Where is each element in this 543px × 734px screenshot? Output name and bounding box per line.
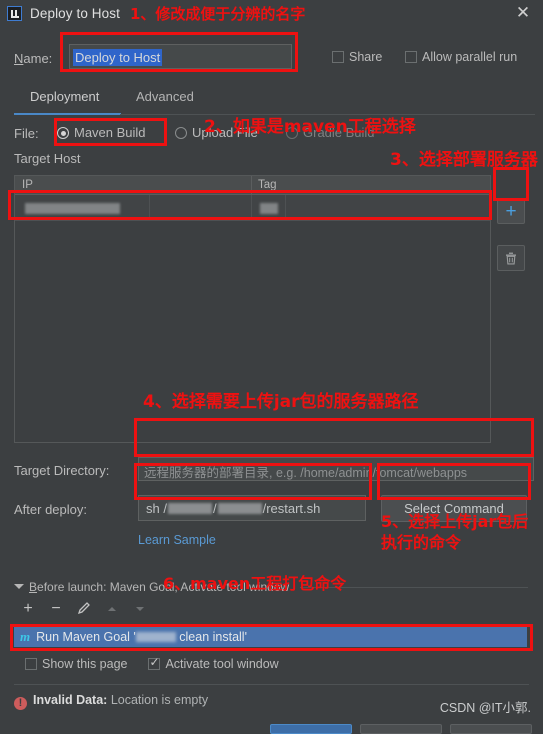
share-label: Share	[349, 50, 383, 64]
footer-divider	[14, 684, 529, 685]
after-deploy-row: After deploy: sh / / /restart.sh Select Co…	[0, 495, 543, 525]
add-task-button[interactable]: +	[18, 600, 38, 618]
cell-divider	[149, 195, 150, 221]
learn-sample-link[interactable]: Learn Sample	[138, 533, 216, 547]
show-this-page-checkbox-box	[25, 658, 37, 670]
cell-ip-redacted	[25, 203, 120, 214]
radio-gradle-build-label: Gradle Build	[303, 125, 375, 140]
error-message: Location is empty	[110, 693, 209, 707]
after-deploy-value-prefix: sh /	[146, 501, 167, 516]
after-deploy-label: After deploy:	[14, 502, 87, 517]
add-host-button[interactable]: +	[497, 198, 525, 224]
share-checkbox-box	[332, 51, 344, 63]
radio-upload-file[interactable]: Upload File	[175, 125, 258, 140]
delete-host-button[interactable]	[497, 245, 525, 271]
radio-gradle-build-dot	[286, 127, 298, 139]
error-title: Invalid Data:	[33, 693, 108, 707]
table-row[interactable]	[15, 195, 490, 221]
name-input-value: Deploy to Host	[73, 49, 163, 66]
target-host-label: Target Host	[14, 151, 81, 166]
share-checkbox[interactable]: Share	[332, 50, 382, 64]
before-launch-item-maven-goal[interactable]: m Run Maven Goal ' clean install'	[14, 627, 527, 647]
allow-parallel-run-checkbox-box	[405, 51, 417, 63]
move-down-button[interactable]	[130, 602, 150, 620]
before-launch-header-text: efore launch: Maven Goal, Activate tool …	[37, 580, 290, 594]
bottom-checkbox-row: Show this page Activate tool window	[25, 655, 279, 671]
activate-tool-window-checkbox[interactable]: Activate tool window	[148, 655, 279, 671]
tertiary-button-partial[interactable]	[450, 724, 532, 734]
tab-bar: Deployment Advanced	[0, 89, 543, 115]
file-label: File:	[14, 126, 39, 141]
column-separator	[251, 176, 252, 195]
name-row: Name: Deploy to Host Share Allow paralle…	[0, 44, 543, 74]
tab-deployment[interactable]: Deployment	[30, 89, 99, 110]
radio-gradle-build[interactable]: Gradle Build	[286, 125, 375, 140]
after-deploy-value: sh / / /restart.sh	[146, 501, 320, 516]
window-title: Deploy to Host	[30, 6, 120, 21]
item-prefix: Run Maven Goal '	[36, 630, 136, 644]
before-launch-item-label: Run Maven Goal ' clean install'	[36, 630, 247, 644]
radio-maven-build[interactable]: Maven Build	[57, 125, 146, 140]
watermark: CSDN @IT小郭.	[439, 701, 531, 715]
tab-advanced[interactable]: Advanced	[136, 89, 194, 110]
move-up-button[interactable]	[102, 602, 122, 620]
column-header-tag: Tag	[258, 179, 277, 191]
title-bar: Deploy to Host 1、修改成便于分辨的名字 ✕	[0, 0, 543, 28]
allow-parallel-run-label: Allow parallel run	[422, 50, 518, 64]
activate-tool-window-label: Activate tool window	[165, 657, 279, 671]
target-directory-label: Target Directory:	[14, 463, 110, 478]
allow-parallel-run-checkbox[interactable]: Allow parallel run	[405, 50, 517, 64]
name-input[interactable]: Deploy to Host	[69, 44, 292, 69]
pencil-icon	[77, 602, 90, 615]
after-deploy-value-mid: /	[212, 501, 217, 516]
redacted-segment	[135, 632, 176, 642]
cell-divider	[251, 195, 252, 221]
file-row: File: Maven Build Upload File Gradle Bui…	[0, 122, 543, 144]
item-suffix: clean install'	[175, 630, 247, 644]
redacted-segment	[217, 503, 262, 514]
maven-icon: m	[20, 629, 31, 644]
redacted-segment	[167, 503, 212, 514]
row-divider	[15, 220, 490, 221]
select-command-button[interactable]: Select Command	[381, 495, 527, 522]
cell-tag-redacted	[260, 203, 278, 214]
tab-divider	[120, 114, 535, 115]
target-directory-row: Target Directory: 远程服务器的部署目录, e.g. /home…	[0, 457, 543, 483]
table-header: IP Tag	[15, 176, 490, 195]
secondary-button-partial[interactable]	[360, 724, 442, 734]
plus-icon: +	[505, 200, 517, 222]
trash-icon	[506, 252, 516, 264]
edit-task-button[interactable]	[74, 601, 94, 620]
intellij-idea-icon	[7, 6, 22, 21]
name-label: Name:	[14, 51, 53, 66]
show-this-page-label: Show this page	[42, 657, 128, 671]
primary-button-partial[interactable]	[270, 724, 352, 734]
activate-tool-window-checkbox-box	[148, 655, 161, 670]
chevron-down-icon[interactable]	[14, 584, 24, 589]
before-launch-divider	[300, 587, 528, 588]
error-icon: !	[14, 697, 27, 710]
radio-upload-file-dot	[175, 127, 187, 139]
move-down-icon	[136, 607, 144, 611]
after-deploy-input[interactable]: sh / / /restart.sh	[138, 495, 366, 521]
radio-maven-build-dot	[57, 127, 69, 139]
target-directory-input[interactable]: 远程服务器的部署目录, e.g. /home/admin/tomcat/weba…	[138, 457, 534, 481]
radio-upload-file-label: Upload File	[192, 125, 258, 140]
target-directory-placeholder: 远程服务器的部署目录, e.g. /home/admin/tomcat/weba…	[144, 466, 468, 480]
dialog-body: Name: Deploy to Host Share Allow paralle…	[0, 27, 543, 734]
show-this-page-checkbox[interactable]: Show this page	[25, 657, 127, 671]
move-up-icon	[108, 607, 116, 611]
column-header-ip: IP	[22, 179, 33, 191]
close-icon[interactable]: ✕	[515, 4, 531, 21]
before-launch-header[interactable]: Before launch: Maven Goal, Activate tool…	[14, 580, 289, 594]
cell-divider	[285, 195, 286, 221]
radio-maven-build-label: Maven Build	[74, 125, 146, 140]
remove-task-button[interactable]: −	[46, 600, 66, 618]
annotation-1-text: 1、修改成便于分辨的名字	[129, 5, 306, 23]
after-deploy-value-suffix: /restart.sh	[262, 501, 321, 516]
target-host-table[interactable]: IP Tag	[14, 175, 491, 443]
active-tab-underline	[14, 113, 121, 115]
